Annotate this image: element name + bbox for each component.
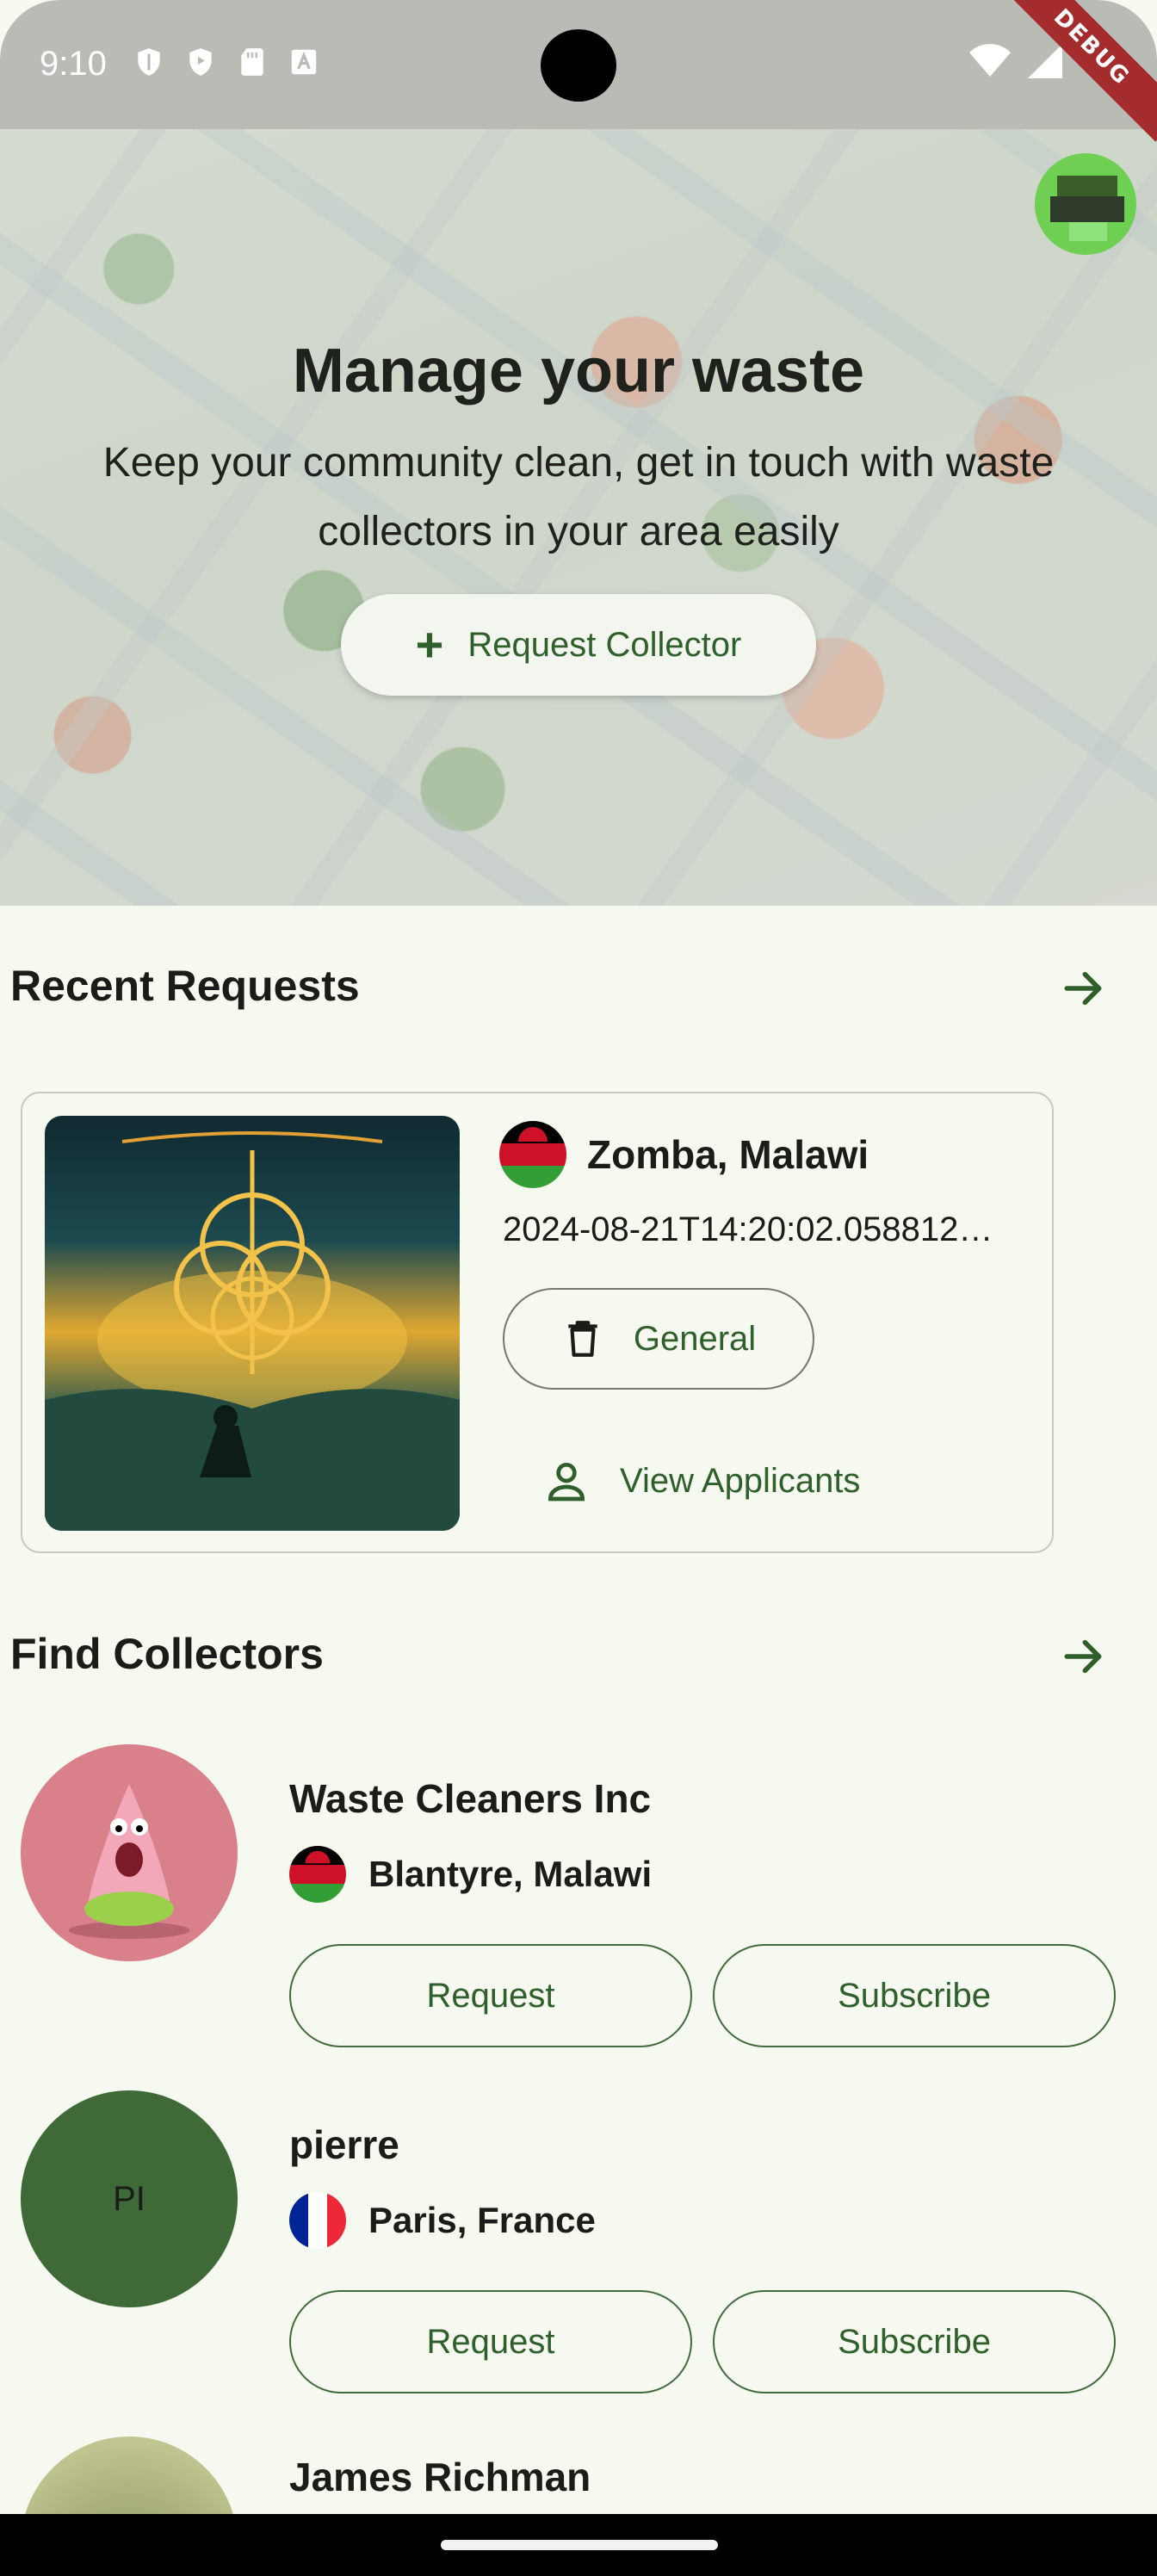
status-time: 9:10 (40, 45, 107, 83)
collector-location-text: Paris, France (368, 2200, 596, 2240)
system-icons (969, 43, 1062, 79)
malawi-flag-icon (289, 1846, 346, 1903)
collector-location-text: Blantyre, Malawi (368, 1854, 653, 1894)
font-icon (291, 49, 317, 75)
collector-name: Waste Cleaners Inc (289, 1776, 652, 1821)
request-location-text: Zomba, Malawi (587, 1132, 869, 1177)
collector-item: James Richman (0, 2437, 1157, 2514)
request-date: 2024-08-21T14:20:02.058812… (503, 1211, 993, 1248)
notification-icons (133, 45, 320, 79)
arrow-right-icon[interactable] (1059, 1632, 1107, 1681)
shield-icon (138, 48, 160, 76)
subscribe-button[interactable]: Subscribe (713, 1944, 1116, 2047)
france-flag-icon (289, 2192, 346, 2249)
request-collector-button[interactable]: + Request Collector (341, 594, 816, 696)
collector-avatar (21, 2437, 238, 2514)
collector-initials: PI (113, 2179, 145, 2218)
category-label: General (633, 1319, 757, 1358)
request-location: Zomba, Malawi (499, 1121, 869, 1188)
hero-subtitle: Keep your community clean, get in touch … (102, 440, 1055, 554)
collector-avatar (21, 1744, 238, 1961)
collector-location: Paris, France (289, 2192, 596, 2249)
view-applicants-label: View Applicants (620, 1461, 861, 1500)
find-collectors-title: Find Collectors (10, 1630, 324, 1678)
collector-name: pierre (289, 2122, 399, 2167)
view-applicants-button[interactable]: View Applicants (542, 1438, 860, 1524)
request-button[interactable]: Request (289, 2290, 692, 2393)
arrow-right-icon[interactable] (1059, 964, 1107, 1012)
signal-icon (1028, 44, 1062, 78)
collector-name: James Richman (289, 2455, 591, 2499)
play-protect-icon (189, 48, 212, 76)
camera-cutout (541, 29, 616, 102)
hero-title: Manage your waste (292, 337, 865, 406)
subscribe-button[interactable]: Subscribe (713, 2290, 1116, 2393)
home-indicator[interactable] (441, 2540, 718, 2550)
sd-card-icon (241, 48, 263, 76)
wifi-icon (969, 44, 1011, 77)
collector-avatar: PI (21, 2090, 238, 2307)
collector-location: Blantyre, Malawi (289, 1846, 652, 1903)
request-card[interactable]: Zomba, Malawi 2024-08-21T14:20:02.058812… (21, 1092, 1054, 1553)
request-image (45, 1116, 460, 1531)
request-collector-label: Request Collector (467, 625, 742, 664)
hero-banner: Manage your waste Keep your community cl… (0, 129, 1157, 906)
malawi-flag-icon (499, 1121, 566, 1188)
recent-requests-title: Recent Requests (10, 962, 360, 1010)
trash-icon (568, 1321, 597, 1357)
collector-item: PI pierre Paris, France Request Subscrib… (0, 2090, 1157, 2418)
category-chip-general[interactable]: General (503, 1288, 814, 1390)
request-button[interactable]: Request (289, 1944, 692, 2047)
collector-item: Waste Cleaners Inc Blantyre, Malawi Requ… (0, 1744, 1157, 2071)
profile-avatar[interactable] (1035, 153, 1136, 255)
plus-icon: + (415, 617, 444, 672)
status-bar: 9:10 (0, 0, 1157, 129)
person-icon (548, 1463, 585, 1502)
